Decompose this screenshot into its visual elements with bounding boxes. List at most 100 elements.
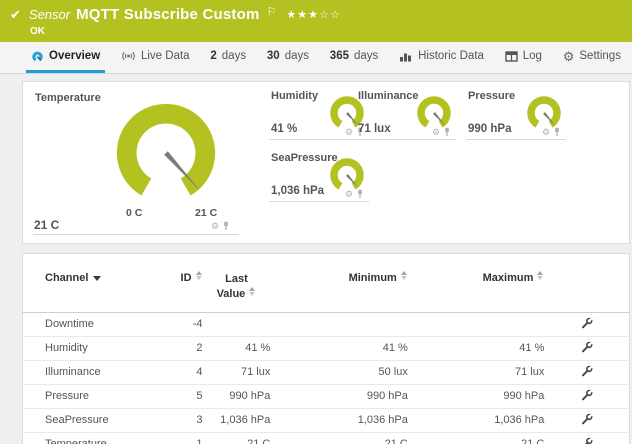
channel-settings-gear-icon[interactable]: ⚙ — [211, 222, 219, 231]
status-check-icon: ✔ — [10, 7, 21, 23]
channel-name[interactable]: SeaPressure — [23, 408, 163, 432]
channel-last-value: 41 % — [203, 336, 271, 360]
channel-minimum: 21 C — [270, 432, 408, 444]
priority-stars[interactable]: ★★★☆☆ — [286, 8, 340, 21]
sort-desc-icon — [93, 276, 101, 281]
channel-minimum: 1,036 hPa — [270, 408, 408, 432]
gauge-value: 41 % — [271, 123, 297, 135]
gauge-label: Illuminance — [358, 90, 419, 102]
table-row[interactable]: Temperature 1 21 C 21 C 21 C — [23, 432, 629, 444]
table-row[interactable]: Downtime -4 — [23, 312, 629, 336]
channel-maximum: 71 lux — [408, 360, 545, 384]
sort-icon — [401, 271, 408, 280]
wrench-icon[interactable] — [581, 389, 593, 401]
divider — [33, 234, 239, 235]
pin-icon[interactable] — [443, 127, 451, 137]
divider — [269, 201, 369, 202]
channel-maximum: 41 % — [408, 336, 545, 360]
channel-minimum — [270, 312, 408, 336]
gauge-label: Humidity — [271, 90, 318, 102]
channel-last-value — [203, 312, 271, 336]
sensor-header-bar: ✔ Sensor MQTT Subscribe Custom ⚐ ★★★☆☆ O… — [0, 0, 632, 42]
channel-settings-gear-icon[interactable]: ⚙ — [345, 190, 353, 199]
gauge-cell-illuminance[interactable]: Illuminance 71 lux ⚙ — [356, 84, 458, 146]
channel-maximum: 21 C — [408, 432, 545, 444]
gauge-icon — [31, 50, 44, 63]
channel-id: 3 — [163, 408, 203, 432]
channel-last-value: 1,036 hPa — [203, 408, 271, 432]
gauge-scale-max: 21 C — [195, 207, 217, 219]
table-row[interactable]: Pressure 5 990 hPa 990 hPa 990 hPa — [23, 384, 629, 408]
channel-maximum: 1,036 hPa — [408, 408, 545, 432]
channel-name[interactable]: Temperature — [23, 432, 163, 444]
pin-icon[interactable] — [356, 189, 364, 199]
column-header-id[interactable]: ID — [163, 268, 203, 312]
channel-id: -4 — [163, 312, 203, 336]
tab-30-days[interactable]: 30 days — [262, 42, 314, 73]
table-row[interactable]: Humidity 2 41 % 41 % 41 % — [23, 336, 629, 360]
channel-last-value: 990 hPa — [203, 384, 271, 408]
gauge-cell-pressure[interactable]: Pressure 990 hPa ⚙ — [466, 84, 568, 146]
tab-live-data[interactable]: Live Data — [116, 42, 195, 73]
wrench-icon[interactable] — [581, 317, 593, 329]
sort-icon — [249, 287, 256, 296]
gauge-label: Pressure — [468, 90, 515, 102]
channel-name[interactable]: Pressure — [23, 384, 163, 408]
column-header-channel[interactable]: Channel — [23, 268, 163, 312]
broadcast-icon — [121, 50, 136, 62]
gauge-value: 990 hPa — [468, 123, 511, 135]
channel-id: 2 — [163, 336, 203, 360]
sensor-title: MQTT Subscribe Custom — [76, 6, 259, 23]
sort-icon — [196, 271, 203, 280]
sort-icon — [537, 271, 544, 280]
wrench-icon[interactable] — [581, 341, 593, 353]
channel-maximum: 990 hPa — [408, 384, 545, 408]
divider — [356, 139, 456, 140]
column-header-minimum[interactable]: Minimum — [270, 268, 408, 312]
gauges-panel: Temperature 0 C 21 C 21 C ⚙ Humidity 41 … — [22, 81, 630, 244]
gauge-value: 71 lux — [358, 123, 391, 135]
gauge-scale-min: 0 C — [126, 207, 142, 219]
channel-minimum: 990 hPa — [270, 384, 408, 408]
channel-settings-gear-icon[interactable]: ⚙ — [432, 128, 440, 137]
channel-last-value: 71 lux — [203, 360, 271, 384]
pin-icon[interactable] — [553, 127, 561, 137]
channel-minimum: 41 % — [270, 336, 408, 360]
channel-name[interactable]: Downtime — [23, 312, 163, 336]
channel-name[interactable]: Illuminance — [23, 360, 163, 384]
column-header-actions — [544, 268, 629, 312]
gauge-value: 21 C — [34, 218, 59, 232]
channel-last-value: 21 C — [203, 432, 271, 444]
channel-settings-gear-icon[interactable]: ⚙ — [542, 128, 550, 137]
column-header-last-value[interactable]: Last Value — [203, 268, 271, 312]
object-type-label: Sensor — [29, 7, 70, 22]
status-badge: OK — [30, 26, 45, 37]
tab-bar: Overview Live Data 2 days 30 days 365 da… — [0, 42, 632, 74]
tab-log[interactable]: Log — [500, 42, 547, 73]
tab-365-days[interactable]: 365 days — [325, 42, 383, 73]
gauge-cell-seapressure[interactable]: SeaPressure 1,036 hPa ⚙ — [269, 146, 371, 208]
wrench-icon[interactable] — [581, 437, 593, 444]
wrench-icon[interactable] — [581, 365, 593, 377]
tab-historic-data[interactable]: Historic Data — [394, 42, 489, 73]
channel-id: 1 — [163, 432, 203, 444]
divider — [466, 139, 566, 140]
channel-settings-gear-icon[interactable]: ⚙ — [345, 128, 353, 137]
divider — [269, 139, 369, 140]
tab-settings[interactable]: ⚙ Settings — [558, 42, 626, 73]
tab-2-days[interactable]: 2 days — [205, 42, 251, 73]
wrench-icon[interactable] — [581, 413, 593, 425]
gauge-cell-temperature[interactable]: Temperature 0 C 21 C 21 C ⚙ — [23, 82, 248, 242]
pin-icon[interactable] — [222, 221, 230, 231]
gear-icon: ⚙ — [563, 50, 575, 63]
flag-icon[interactable]: ⚐ — [267, 5, 277, 18]
tab-overview[interactable]: Overview — [26, 42, 105, 73]
channel-table: Channel ID Last Value Minimum Maximum — [23, 268, 629, 444]
temperature-gauge-icon — [107, 96, 225, 208]
table-header-row: Channel ID Last Value Minimum Maximum — [23, 268, 629, 312]
table-row[interactable]: SeaPressure 3 1,036 hPa 1,036 hPa 1,036 … — [23, 408, 629, 432]
channel-name[interactable]: Humidity — [23, 336, 163, 360]
table-row[interactable]: Illuminance 4 71 lux 50 lux 71 lux — [23, 360, 629, 384]
column-header-maximum[interactable]: Maximum — [408, 268, 545, 312]
gauge-label: Temperature — [35, 92, 101, 104]
